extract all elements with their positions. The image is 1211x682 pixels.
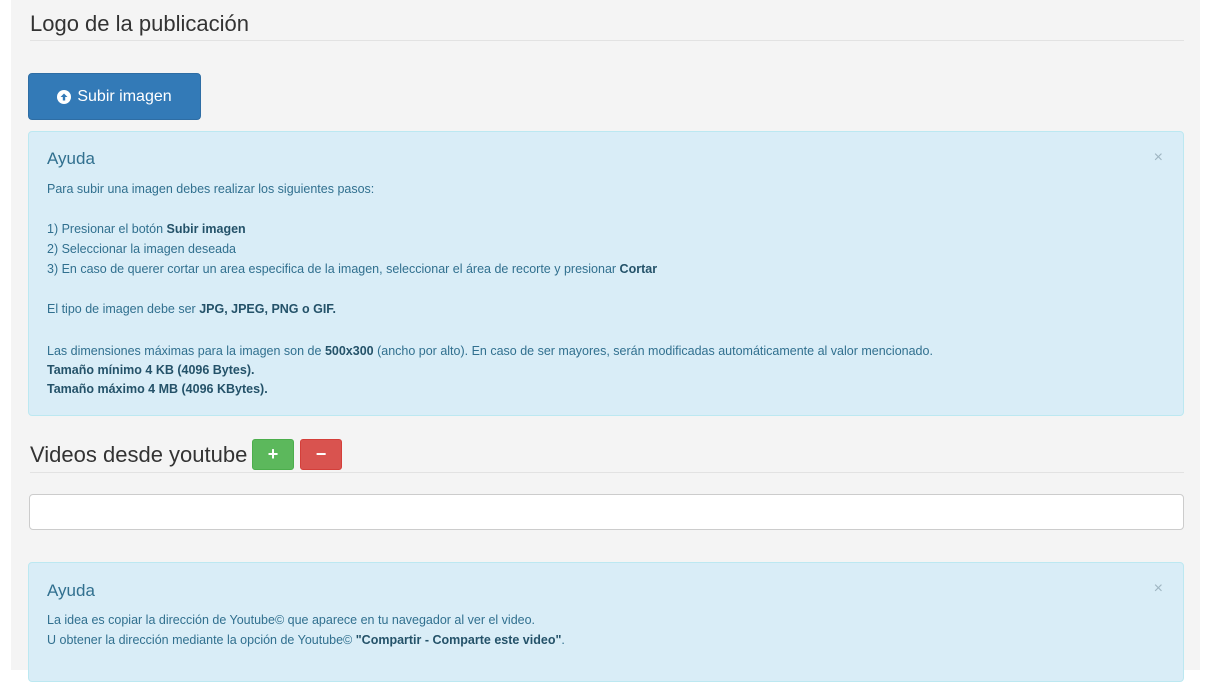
close-icon[interactable]: ×: [1154, 150, 1163, 166]
logo-help-type: El tipo de imagen debe ser JPG, JPEG, PN…: [47, 302, 337, 316]
logo-section-title: Logo de la publicación: [30, 11, 249, 36]
logo-help-min-size: Tamaño mínimo 4 KB (4096 Bytes).: [47, 363, 255, 377]
upload-image-button[interactable]: Subir imagen: [28, 73, 201, 120]
video-help-line2: U obtener la dirección mediante la opció…: [47, 633, 565, 647]
logo-help-step2: 2) Seleccionar la imagen deseada: [47, 242, 237, 256]
arrow-up-circle-icon: [57, 89, 72, 104]
logo-help-alert: × Ayuda Para subir una imagen debes real…: [28, 131, 1184, 416]
videos-section-title: Videos desde youtube: [30, 442, 248, 467]
logo-help-intro: Para subir una imagen debes realizar los…: [47, 182, 375, 196]
logo-help-step1: 1) Presionar el botón Subir imagen: [47, 222, 246, 236]
logo-section-divider: [30, 40, 1184, 41]
videos-section-divider: [30, 472, 1184, 473]
logo-help-title: Ayuda: [47, 149, 95, 168]
video-help-alert: × Ayuda La idea es copiar la dirección d…: [28, 562, 1184, 682]
video-help-title: Ayuda: [47, 581, 95, 600]
logo-help-dimensions: Las dimensiones máximas para la imagen s…: [47, 344, 933, 358]
logo-help-max-size: Tamaño máximo 4 MB (4096 KBytes).: [47, 382, 268, 396]
remove-video-button[interactable]: −: [300, 439, 342, 470]
upload-image-button-label: Subir imagen: [77, 87, 172, 105]
video-help-line1: La idea es copiar la dirección de Youtub…: [47, 613, 536, 627]
youtube-url-input[interactable]: [29, 494, 1184, 530]
logo-help-step3: 3) En caso de querer cortar un area espe…: [47, 262, 658, 276]
minus-icon: −: [315, 444, 327, 464]
close-icon[interactable]: ×: [1154, 581, 1163, 597]
add-video-button[interactable]: +: [252, 439, 294, 470]
plus-icon: +: [267, 444, 279, 464]
